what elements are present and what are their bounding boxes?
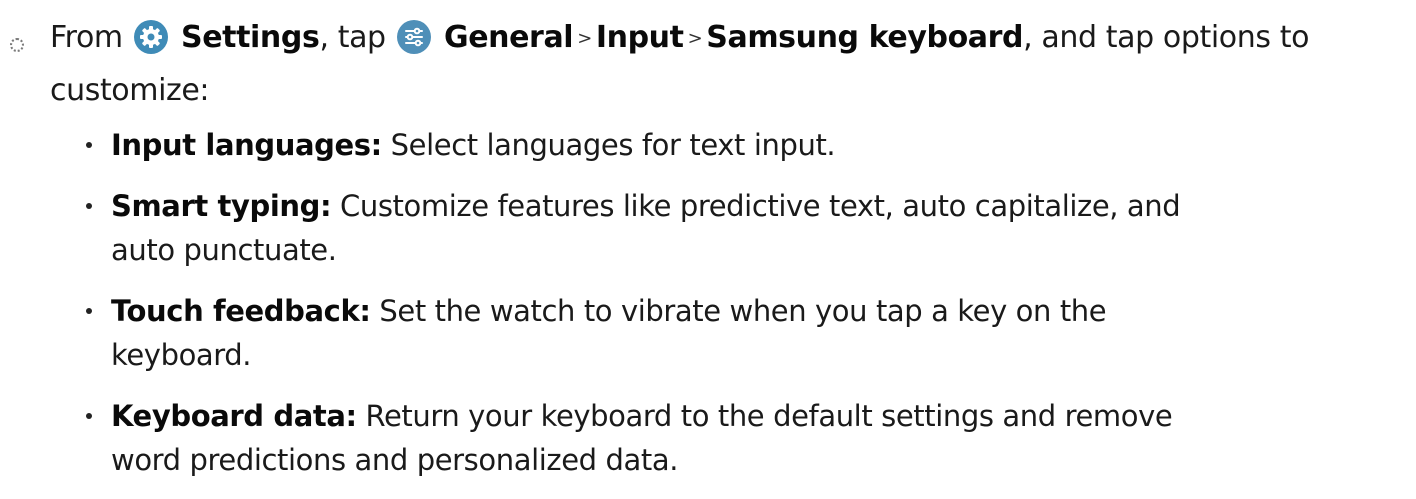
bullet-icon	[86, 308, 92, 314]
from-text: From	[50, 20, 123, 55]
step-line-2: customize:	[50, 73, 210, 108]
list-item-input-languages: Input languages: Select languages for te…	[86, 123, 1386, 167]
step-tail-text: , and tap options to	[1023, 20, 1310, 55]
bullet-icon	[86, 413, 92, 419]
bullet-icon	[86, 142, 92, 148]
item-term: Input languages:	[111, 128, 382, 162]
comma-tap-text: , tap	[319, 20, 386, 55]
item-desc: Return your keyboard to the default sett…	[356, 399, 1173, 433]
list-item-keyboard-data: Keyboard data: Return your keyboard to t…	[86, 394, 1386, 482]
list-item-smart-typing: Smart typing: Customize features like pr…	[86, 184, 1386, 272]
general-label: General	[443, 20, 574, 55]
item-desc: Set the watch to vibrate when you tap a …	[370, 294, 1107, 328]
options-list: Input languages: Select languages for te…	[86, 123, 1386, 499]
breadcrumb-separator: >	[687, 28, 703, 49]
samsung-keyboard-label: Samsung keyboard	[706, 20, 1024, 55]
item-term: Keyboard data:	[111, 399, 357, 433]
input-label: Input	[595, 20, 684, 55]
item-desc-continued: auto punctuate.	[111, 233, 337, 267]
item-desc: Customize features like predictive text,…	[331, 189, 1181, 223]
step-bullet-icon	[10, 38, 24, 52]
item-term: Smart typing:	[111, 189, 332, 223]
item-desc-continued: keyboard.	[111, 338, 252, 372]
item-desc-continued: word predictions and personalized data.	[111, 443, 679, 477]
list-item-touch-feedback: Touch feedback: Set the watch to vibrate…	[86, 289, 1386, 377]
step-text: From Settings, tap General > Input > Sam…	[50, 12, 1406, 117]
settings-gear-icon	[133, 20, 168, 54]
item-desc: Select languages for text input.	[381, 128, 836, 162]
general-sliders-icon	[396, 20, 431, 54]
item-term: Touch feedback:	[111, 294, 371, 328]
breadcrumb-separator: >	[577, 28, 592, 49]
bullet-icon	[86, 203, 92, 209]
settings-label: Settings	[181, 20, 320, 55]
